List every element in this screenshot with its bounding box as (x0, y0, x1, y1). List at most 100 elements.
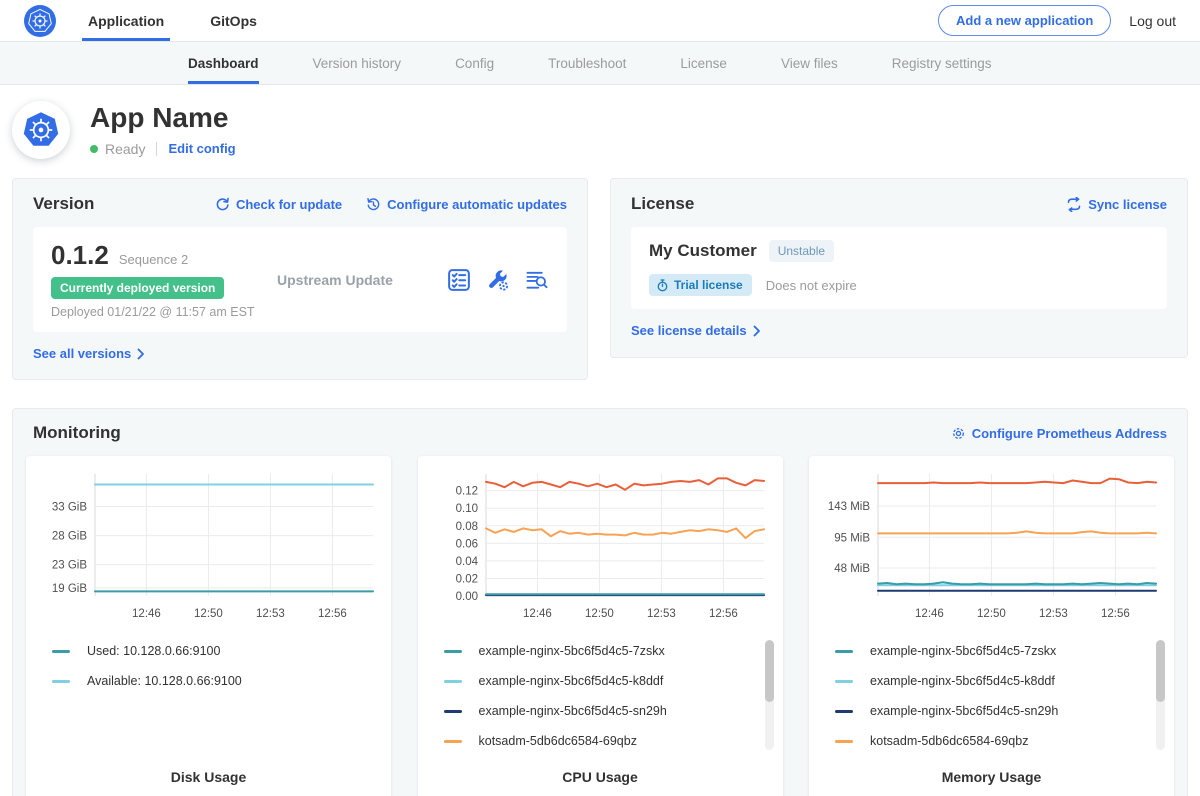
svg-text:0.12: 0.12 (456, 486, 478, 498)
ready-status-dot (90, 145, 98, 153)
svg-text:12:56: 12:56 (709, 608, 738, 620)
scrollbar-thumb[interactable] (765, 640, 774, 702)
dashboard-main: Version Check for update (0, 178, 1200, 796)
charts-row: 12:4612:5012:5312:5633 GiB28 GiB23 GiB19… (26, 456, 1174, 796)
svg-text:48 MiB: 48 MiB (834, 563, 870, 575)
see-all-versions-row: See all versions (33, 345, 567, 363)
svg-text:23 GiB: 23 GiB (51, 560, 86, 572)
memory-usage-card: 12:4612:5012:5312:56143 MiB95 MiB48 MiB … (809, 456, 1174, 796)
legend-color-dash (444, 710, 462, 713)
cpu-usage-legend: example-nginx-5bc6f5d4c5-7zskx example-ng… (418, 634, 783, 769)
configure-automatic-updates-link[interactable]: Configure automatic updates (366, 197, 567, 212)
chevron-right-icon (753, 325, 761, 337)
channel-badge: Unstable (769, 240, 834, 262)
tab-gitops[interactable]: GitOps (204, 0, 263, 41)
memory-usage-legend: example-nginx-5bc6f5d4c5-7zskx example-ng… (809, 634, 1174, 769)
monitoring-header: Monitoring Configure Prometheus Address (33, 423, 1167, 443)
svg-text:12:56: 12:56 (318, 608, 347, 620)
scrollbar-thumb[interactable] (1156, 640, 1165, 702)
version-card: Version Check for update (12, 178, 588, 380)
current-version-info: 0.1.2 Sequence 2 Currently deployed vers… (51, 240, 263, 319)
monitoring-card: Monitoring Configure Prometheus Address … (12, 408, 1188, 796)
ready-status-label: Ready (105, 141, 145, 157)
kubernetes-logo-icon[interactable] (24, 0, 56, 41)
cpu-usage-card: 12:4612:5012:5312:560.120.100.080.060.04… (418, 456, 783, 796)
gear-icon (951, 426, 966, 441)
legend-scrollbar[interactable] (1156, 640, 1165, 750)
legend-label: example-nginx-5bc6f5d4c5-k8ddf (870, 674, 1055, 688)
legend-item: kotsadm-5db6dc6584-69qbz (444, 734, 759, 748)
status-divider (156, 142, 157, 156)
legend-color-dash (444, 740, 462, 743)
svg-text:12:50: 12:50 (977, 608, 1006, 620)
legend-item: Used: 10.128.0.66:9100 (52, 644, 367, 658)
svg-text:0.10: 0.10 (456, 503, 478, 515)
svg-text:12:46: 12:46 (132, 608, 161, 620)
svg-text:95 MiB: 95 MiB (834, 532, 870, 544)
subnav-tab-license[interactable]: License (680, 42, 727, 84)
svg-text:12:53: 12:53 (647, 608, 676, 620)
legend-label: kotsadm-5db6dc6584-69qbz (870, 734, 1028, 748)
chart-title: CPU Usage (418, 769, 783, 785)
view-files-diff-icon[interactable] (525, 269, 549, 291)
disk-usage-legend: Used: 10.128.0.66:9100 Available: 10.128.… (26, 634, 391, 769)
subnav-tab-config[interactable]: Config (455, 42, 494, 84)
logout-button[interactable]: Log out (1129, 13, 1176, 29)
legend-color-dash (52, 650, 70, 653)
version-card-header: Version Check for update (33, 194, 567, 214)
subnav-tab-registry-settings[interactable]: Registry settings (892, 42, 992, 84)
trial-license-label: Trial license (674, 278, 743, 292)
see-license-details-label: See license details (631, 323, 747, 338)
edit-config-link[interactable]: Edit config (168, 141, 235, 156)
see-all-versions-link[interactable]: See all versions (33, 346, 145, 361)
see-license-details-link[interactable]: See license details (631, 323, 761, 338)
top-nav: Application GitOps Add a new application… (0, 0, 1200, 42)
version-action-icons (447, 268, 549, 292)
stopwatch-icon (656, 279, 669, 292)
subnav-tab-troubleshoot[interactable]: Troubleshoot (548, 42, 626, 84)
legend-color-dash (835, 710, 853, 713)
version-number: 0.1.2 (51, 240, 109, 271)
subnav-tab-dashboard[interactable]: Dashboard (188, 42, 259, 84)
svg-text:0.06: 0.06 (456, 538, 478, 550)
legend-label: Used: 10.128.0.66:9100 (87, 644, 220, 658)
configure-prometheus-label: Configure Prometheus Address (972, 426, 1167, 441)
svg-text:0.02: 0.02 (456, 573, 478, 585)
check-for-update-link[interactable]: Check for update (215, 197, 342, 212)
subnav-tab-view-files[interactable]: View files (781, 42, 838, 84)
svg-text:12:56: 12:56 (1101, 608, 1130, 620)
license-card-header: License Sync license (631, 194, 1167, 214)
tab-application-label: Application (88, 13, 164, 29)
check-for-update-label: Check for update (236, 197, 342, 212)
legend-item: example-nginx-5bc6f5d4c5-7zskx (835, 644, 1150, 658)
version-card-actions: Check for update Configure automatic upd… (215, 197, 567, 212)
preflight-checks-icon[interactable] (447, 268, 471, 292)
legend-label: example-nginx-5bc6f5d4c5-sn29h (870, 704, 1058, 718)
topnav-right: Add a new application Log out (938, 0, 1176, 41)
deployed-timestamp: Deployed 01/21/22 @ 11:57 am EST (51, 305, 263, 319)
add-new-application-button[interactable]: Add a new application (938, 5, 1111, 36)
subnav-tab-version-history[interactable]: Version history (313, 42, 402, 84)
legend-color-dash (835, 650, 853, 653)
legend-item: example-nginx-5bc6f5d4c5-k8ddf (835, 674, 1150, 688)
configure-prometheus-link[interactable]: Configure Prometheus Address (951, 426, 1167, 441)
legend-item: example-nginx-5bc6f5d4c5-7zskx (444, 644, 759, 658)
clock-history-icon (366, 197, 381, 212)
svg-text:19 GiB: 19 GiB (51, 583, 86, 595)
page-title: App Name (90, 103, 236, 134)
svg-text:33 GiB: 33 GiB (51, 502, 86, 514)
cards-row: Version Check for update (0, 178, 1200, 380)
config-wrench-icon[interactable] (486, 268, 510, 292)
sub-nav: Dashboard Version history Config Trouble… (0, 42, 1200, 85)
tab-application[interactable]: Application (82, 0, 170, 41)
legend-item: kotsadm-5db6dc6584-69qbz (835, 734, 1150, 748)
app-header-text: App Name Ready Edit config (90, 103, 236, 157)
legend-label: example-nginx-5bc6f5d4c5-7zskx (870, 644, 1056, 658)
legend-item: Available: 10.128.0.66:9100 (52, 674, 367, 688)
legend-scrollbar[interactable] (765, 640, 774, 750)
tab-gitops-label: GitOps (210, 13, 257, 29)
sync-license-link[interactable]: Sync license (1066, 197, 1167, 212)
legend-item: example-nginx-5bc6f5d4c5-sn29h (835, 704, 1150, 718)
sequence-label: Sequence 2 (119, 252, 188, 267)
legend-label: example-nginx-5bc6f5d4c5-sn29h (479, 704, 667, 718)
